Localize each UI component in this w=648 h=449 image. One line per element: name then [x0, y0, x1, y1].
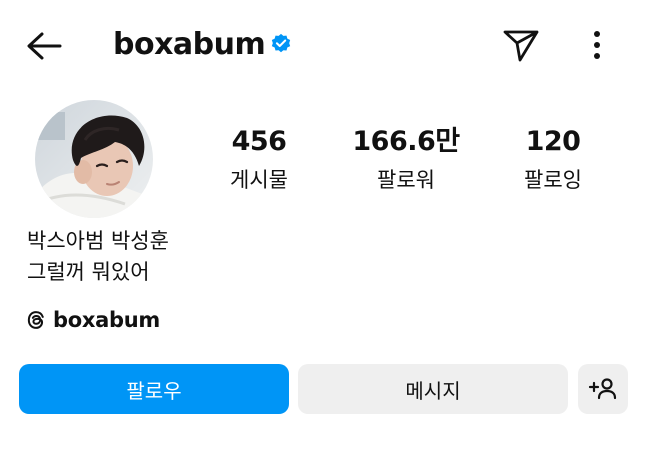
suggested-users-button[interactable] — [578, 364, 628, 414]
message-button-label: 메시지 — [405, 378, 461, 403]
back-arrow-icon — [27, 32, 62, 60]
back-button[interactable] — [22, 24, 66, 68]
threads-link[interactable]: boxabum — [25, 305, 160, 335]
follow-button-label: 팔로우 — [126, 378, 182, 403]
add-person-icon — [588, 378, 617, 400]
stat-following-count: 120 — [525, 126, 581, 157]
threads-handle: boxabum — [53, 308, 160, 332]
stat-followers-label: 팔로워 — [377, 168, 435, 192]
stat-posts-label: 게시물 — [230, 168, 288, 192]
send-message-button[interactable] — [500, 24, 542, 66]
stat-followers-count: 166.6만 — [352, 126, 460, 157]
stat-followers[interactable]: 166.6만 팔로워 — [341, 125, 471, 195]
send-icon — [503, 30, 539, 62]
threads-icon — [27, 311, 44, 329]
more-vertical-icon — [594, 31, 600, 59]
more-options-button[interactable] — [580, 26, 614, 66]
stat-posts[interactable]: 456 게시물 — [194, 125, 324, 195]
bio-text: 그럴꺼 뭐있어 — [27, 260, 150, 284]
message-button[interactable]: 메시지 — [298, 364, 568, 414]
stat-posts-count: 456 — [231, 126, 287, 157]
verified-badge-icon — [270, 33, 292, 55]
stat-following-label: 팔로잉 — [524, 168, 582, 192]
profile-username: boxabum — [113, 27, 266, 62]
bio-display-name: 박스아범 박성훈 — [27, 229, 169, 253]
stat-following[interactable]: 120 팔로잉 — [488, 125, 618, 195]
follow-button[interactable]: 팔로우 — [19, 364, 289, 414]
profile-avatar[interactable] — [35, 100, 153, 218]
